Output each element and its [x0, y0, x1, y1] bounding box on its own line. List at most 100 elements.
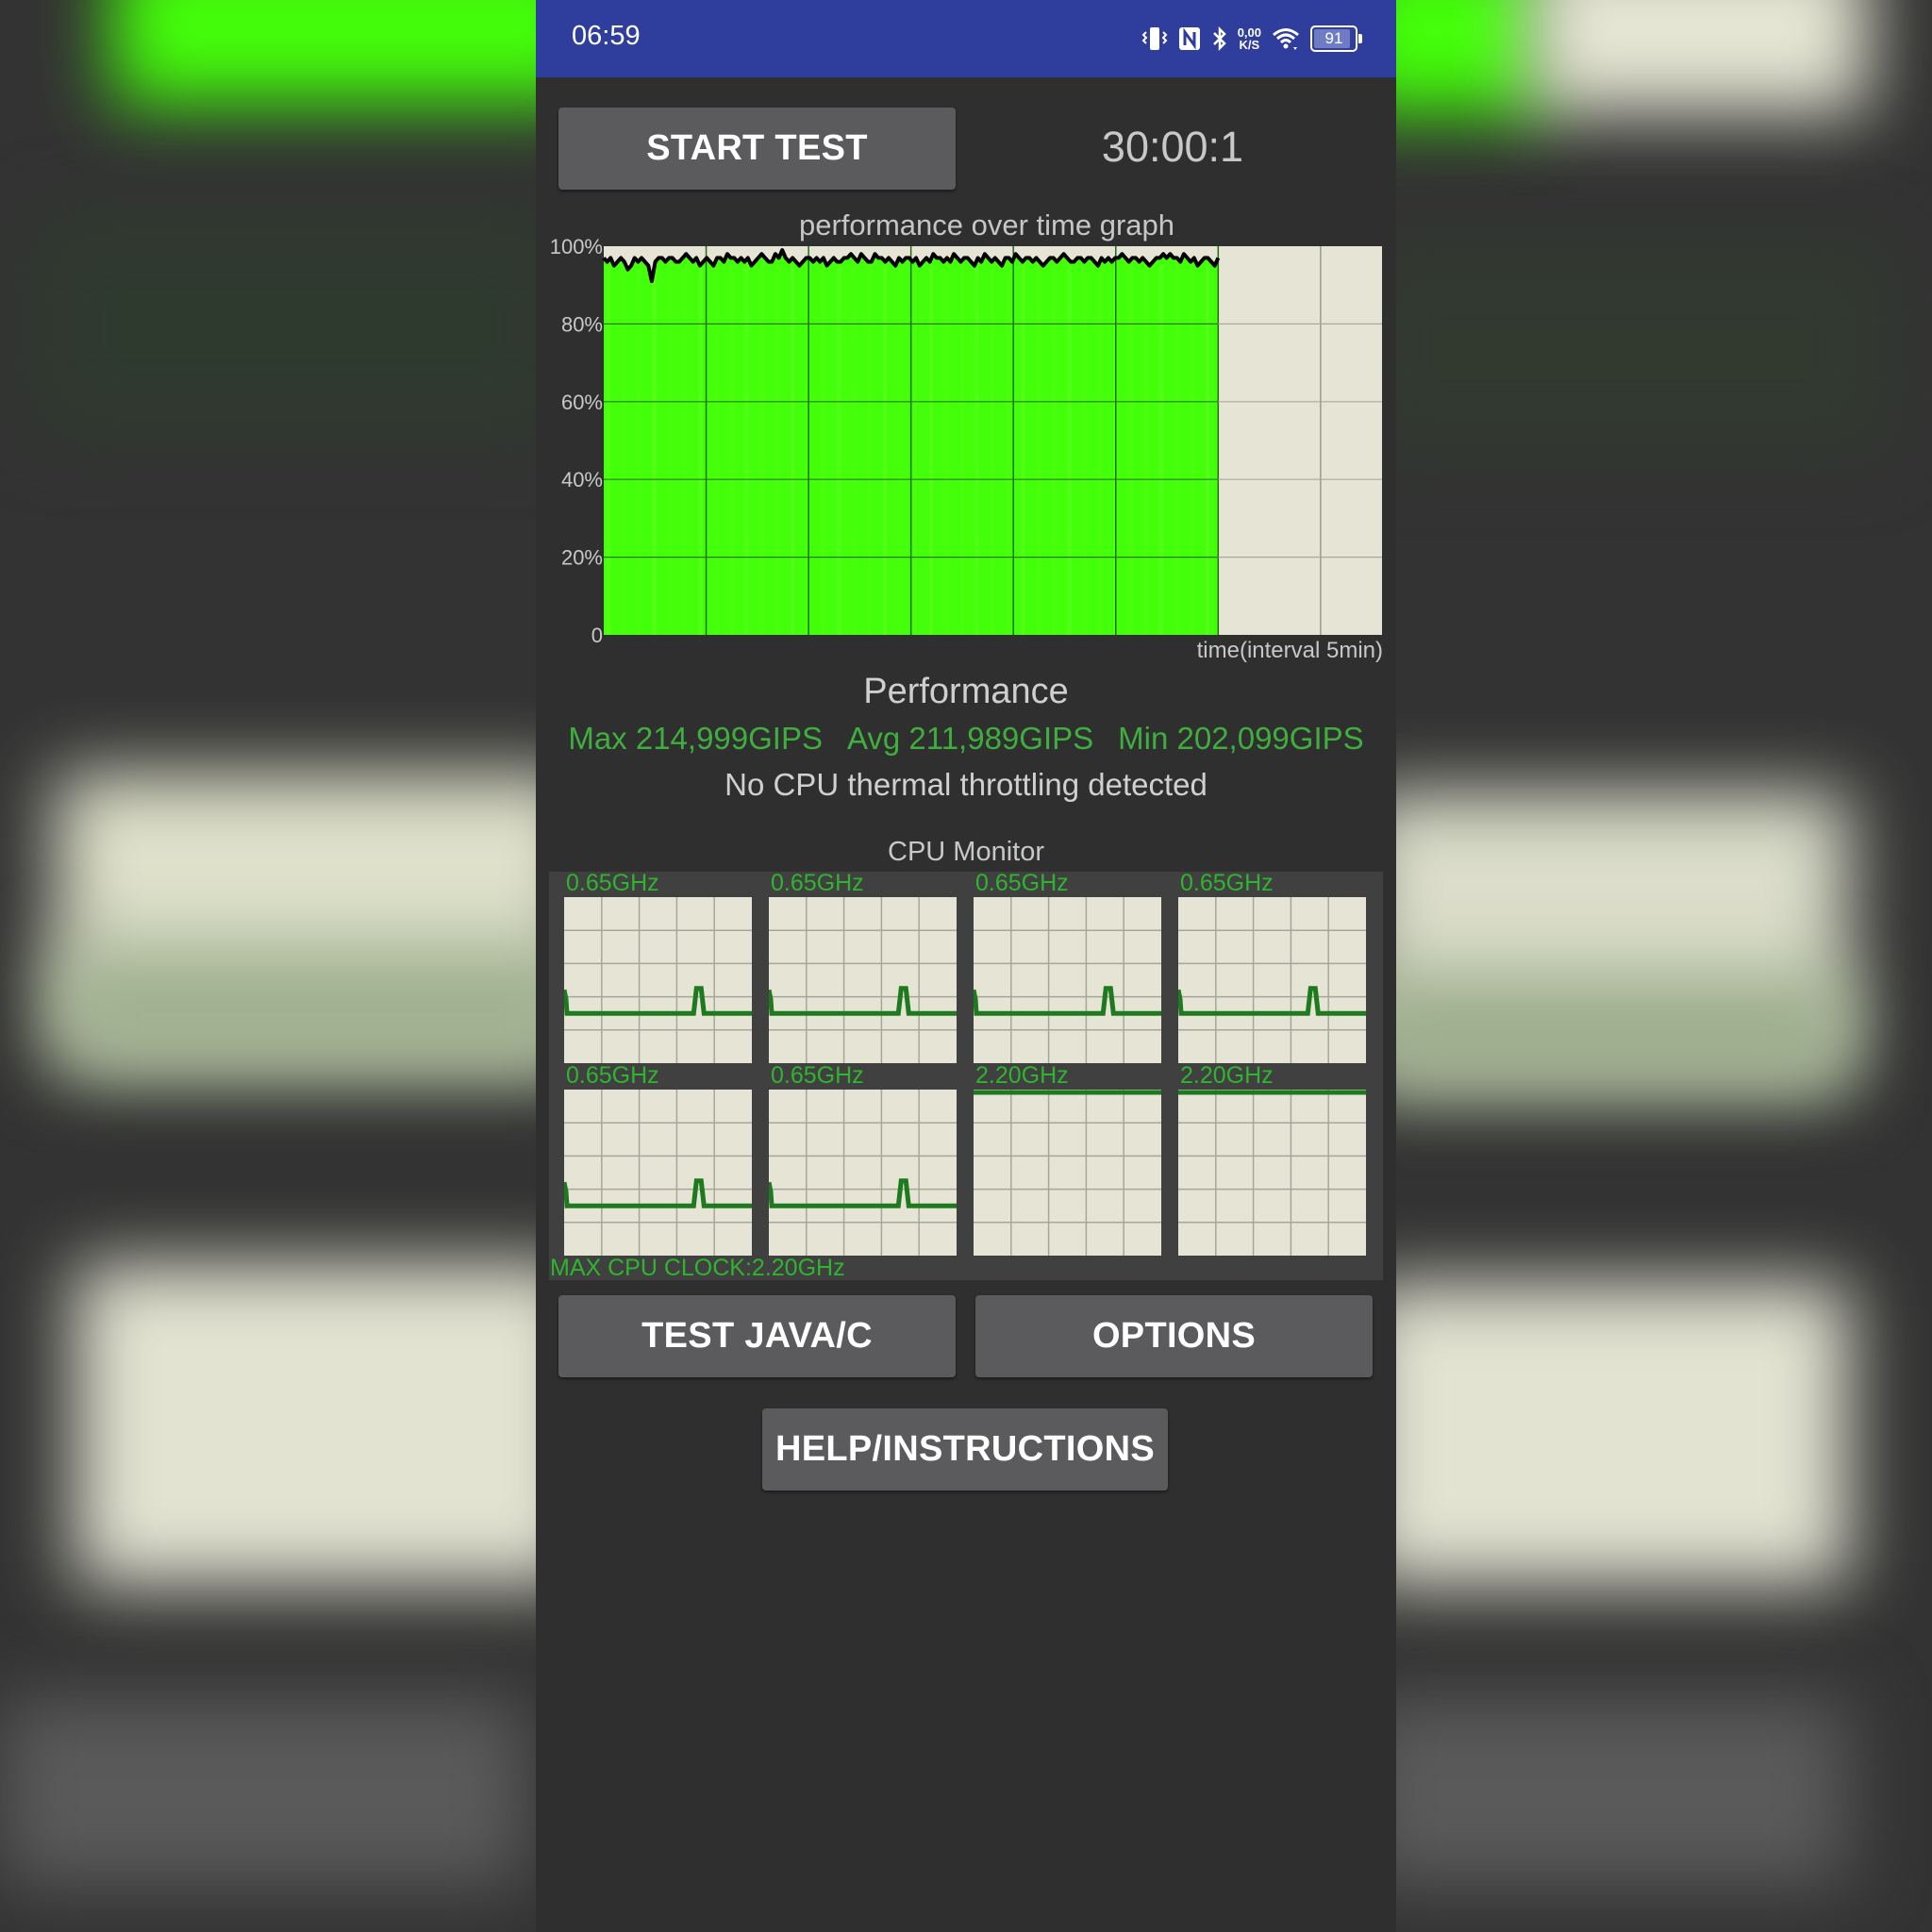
cpu-core-frequency: 0.65GHz	[771, 870, 864, 896]
cpu-monitor-title: CPU Monitor	[888, 837, 1044, 867]
area-band	[607, 265, 610, 635]
performance-stats: Max 214,999GIPS Avg 211,989GIPS Min 202,…	[536, 721, 1396, 757]
avg-gips: Avg 211,989GIPS	[847, 721, 1094, 756]
area-band	[974, 265, 979, 635]
core-chart-background	[1178, 1090, 1366, 1256]
x-axis-label: time(interval 5min)	[1197, 638, 1383, 663]
cpu-core-graph: 2.20GHz	[1178, 1062, 1366, 1256]
area-band	[821, 265, 825, 635]
test-timer: 30:00:1	[1101, 123, 1244, 171]
core-chart-background	[974, 897, 1161, 1063]
area-band	[622, 265, 626, 635]
battery-level: 91	[1324, 29, 1343, 47]
area-band	[837, 265, 841, 635]
area-band	[1206, 265, 1210, 635]
y-tick-label: 40%	[561, 468, 603, 491]
cpu-core-frequency: 0.65GHz	[975, 870, 1069, 896]
core-chart-background	[769, 1090, 957, 1256]
y-tick-label: 60%	[561, 391, 603, 414]
max-cpu-clock: MAX CPU CLOCK:2.20GHz	[550, 1255, 845, 1281]
cpu-core-graph: 0.65GHz	[564, 1062, 752, 1256]
core-chart-background	[1178, 897, 1366, 1063]
nfc-icon	[1177, 25, 1202, 52]
y-tick-label: 0	[591, 624, 603, 647]
cpu-core-chart	[1178, 897, 1366, 1063]
area-band	[1021, 265, 1025, 635]
cpu-core-frequency: 0.65GHz	[566, 1062, 659, 1089]
performance-chart: 0 20% 40% 60% 80% 100% time(interval 5min)	[550, 235, 1383, 663]
area-band	[991, 265, 995, 635]
throttling-status: No CPU thermal throttling detected	[724, 767, 1208, 802]
cpu-core-graph: 0.65GHz	[974, 870, 1161, 1063]
network-speed-unit: K/S	[1239, 38, 1260, 52]
cpu-core-graph: 0.65GHz	[769, 870, 957, 1063]
area-band	[1082, 265, 1087, 635]
start-test-button[interactable]: START TEST	[558, 108, 956, 190]
area-band	[1098, 265, 1103, 635]
y-tick-label: 80%	[561, 312, 603, 336]
vibrate-icon	[1141, 25, 1168, 53]
area-band	[1174, 265, 1179, 635]
area-band	[683, 265, 688, 635]
cpu-core-frequency: 0.65GHz	[1180, 870, 1274, 896]
area-band	[867, 265, 872, 635]
cpu-core-graph: 0.65GHz	[564, 870, 752, 1063]
cpu-core-chart	[769, 897, 957, 1063]
area-band	[791, 265, 795, 635]
cpu-core-chart	[974, 897, 1161, 1063]
area-band	[1143, 265, 1148, 635]
area-band	[1036, 265, 1041, 635]
max-gips: Max 214,999GIPS	[568, 721, 823, 756]
performance-title: Performance	[863, 672, 1069, 711]
area-band	[759, 265, 764, 635]
cpu-core-chart	[1178, 1090, 1366, 1256]
bluetooth-icon	[1211, 25, 1228, 52]
area-band	[1128, 265, 1133, 635]
core-chart-background	[564, 897, 752, 1063]
area-band	[898, 265, 903, 635]
cpu-core-frequency: 0.65GHz	[771, 1062, 864, 1089]
area-band	[959, 265, 964, 635]
cpu-core-graph: 0.65GHz	[1178, 870, 1366, 1063]
core-chart-background	[974, 1090, 1161, 1256]
area-band	[1006, 265, 1010, 635]
wifi-icon	[1271, 25, 1301, 52]
core-chart-background	[769, 897, 957, 1063]
core-chart-background	[564, 1090, 752, 1256]
battery-icon: 91	[1310, 25, 1362, 52]
area-band	[913, 265, 918, 635]
cpu-core-graph: 0.65GHz	[769, 1062, 957, 1256]
cpu-core-chart	[564, 897, 752, 1063]
area-band	[698, 265, 703, 635]
area-band	[729, 265, 734, 635]
network-speed-icon: 0,00 K/S	[1238, 26, 1261, 51]
y-tick-label: 100%	[550, 235, 603, 258]
test-java-c-button[interactable]: TEST JAVA/C	[558, 1295, 956, 1377]
cpu-core-graph: 2.20GHz	[974, 1062, 1161, 1256]
area-band	[928, 265, 933, 635]
area-band	[1159, 265, 1164, 635]
area-band	[652, 265, 657, 635]
blurred-background-left	[0, 0, 536, 1932]
status-clock: 06:59	[572, 21, 641, 51]
cpu-core-frequency: 2.20GHz	[975, 1062, 1069, 1089]
cpu-monitor-panel: 0.65GHz 0.65GHz 0.65GHz 0.65GHz 0.65GHz 0.65G…	[549, 870, 1383, 1281]
area-band	[1190, 265, 1194, 635]
options-button[interactable]: OPTIONS	[975, 1295, 1373, 1377]
min-gips: Min 202,099GIPS	[1118, 721, 1364, 756]
status-bar: 06:59 0,00 K/S 91	[536, 0, 1396, 77]
area-band	[944, 265, 949, 635]
area-band	[713, 265, 718, 635]
area-band	[1052, 265, 1057, 635]
help-instructions-button[interactable]: HELP/INSTRUCTIONS	[762, 1408, 1168, 1491]
phone-screen: 06:59 0,00 K/S 91 START TEST 30:00:1 per…	[536, 0, 1396, 1932]
y-tick-label: 20%	[561, 546, 603, 570]
cpu-core-chart	[974, 1090, 1161, 1256]
area-band	[1067, 265, 1072, 635]
cpu-core-frequency: 0.65GHz	[566, 870, 659, 896]
blurred-background-right	[1396, 0, 1932, 1932]
area-band	[852, 265, 857, 635]
area-band	[744, 265, 749, 635]
area-band	[883, 265, 888, 635]
area-band	[668, 265, 673, 635]
